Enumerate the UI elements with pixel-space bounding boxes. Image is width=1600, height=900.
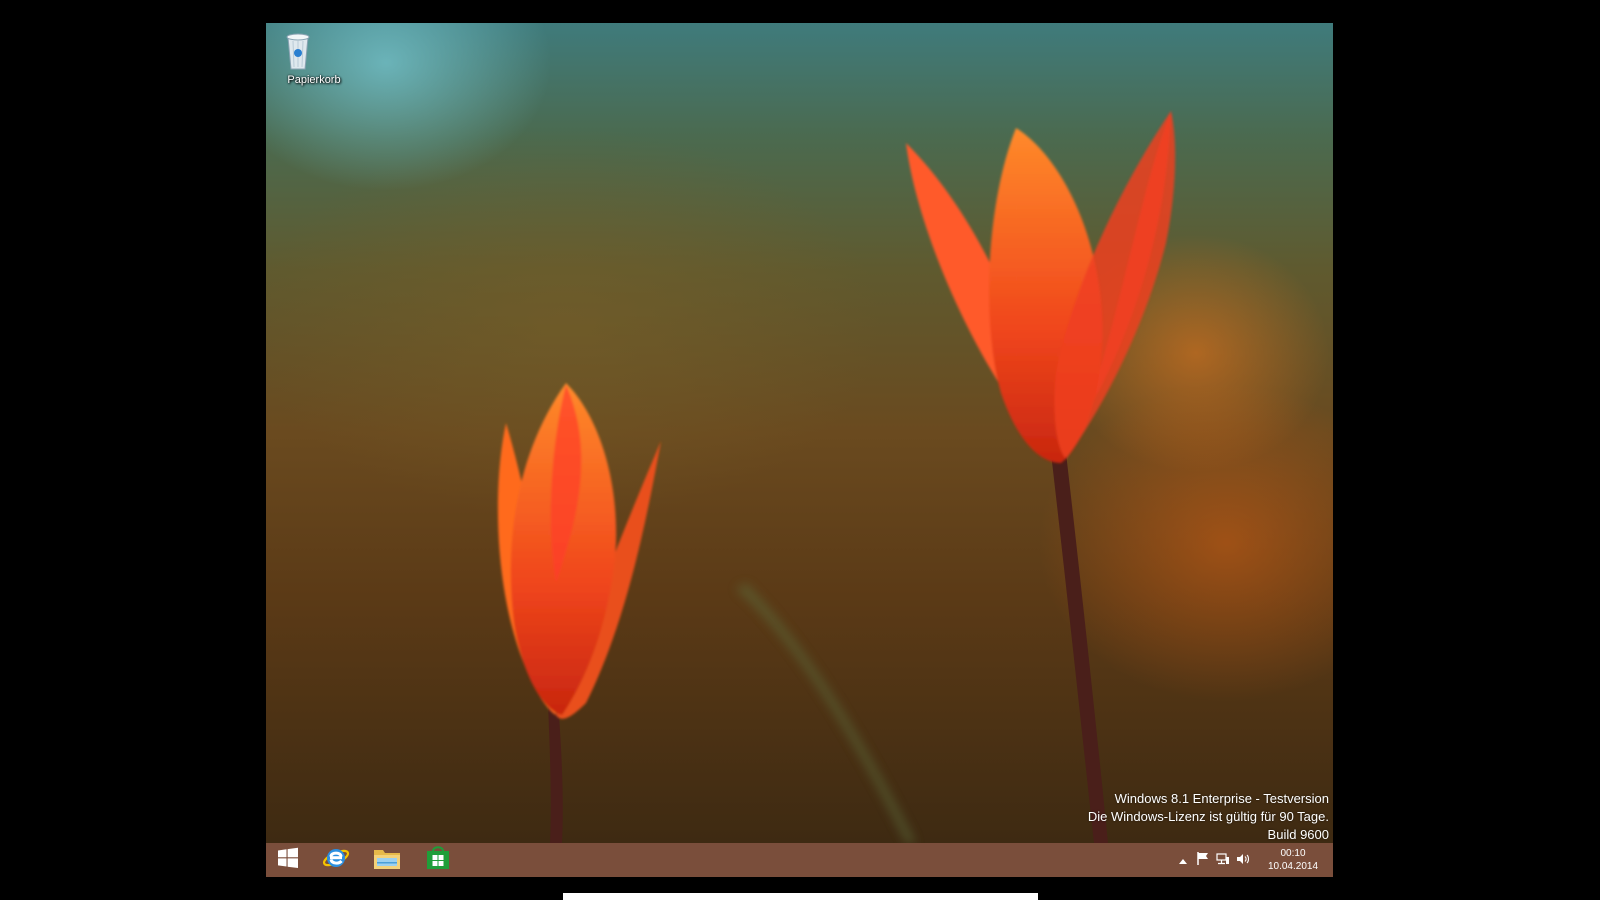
windows-eval-watermark: Windows 8.1 Enterprise - Testversion Die…	[1088, 790, 1329, 844]
file-explorer-icon	[373, 845, 401, 875]
start-icon	[277, 847, 299, 873]
watermark-license: Die Windows-Lizenz ist gültig für 90 Tag…	[1087, 809, 1329, 824]
volume-icon	[1236, 853, 1250, 868]
recycle-bin-icon	[286, 29, 334, 73]
desktop-wallpaper[interactable]: Papierkorb Windows 8.1 Enterprise - Test…	[266, 23, 1333, 843]
internet-explorer-icon	[322, 844, 350, 876]
show-hidden-icons-button[interactable]	[1173, 843, 1193, 877]
recycle-bin-label: Papierkorb	[287, 74, 341, 86]
volume-button[interactable]	[1233, 843, 1253, 877]
desktop-screen: Papierkorb Windows 8.1 Enterprise - Test…	[266, 23, 1333, 877]
clock-time: 00:10	[1280, 848, 1306, 859]
watermark-build: Build 9600	[1267, 827, 1329, 842]
watermark-edition: Windows 8.1 Enterprise - Testversion	[1114, 791, 1329, 806]
start-button[interactable]	[266, 843, 310, 877]
system-tray: 00:10 10.04.2014	[1173, 843, 1333, 877]
bottom-white-bar	[563, 893, 1038, 900]
taskbar-clock[interactable]: 00:10 10.04.2014	[1253, 843, 1333, 877]
flag-icon	[1197, 852, 1209, 868]
windows-store-taskbar-button[interactable]	[414, 843, 462, 877]
chevron-up-icon	[1179, 854, 1187, 867]
network-icon	[1216, 852, 1230, 868]
windows-store-icon	[425, 845, 451, 875]
tulip-wallpaper-image	[497, 111, 1176, 843]
taskbar: 00:10 10.04.2014	[266, 843, 1333, 877]
file-explorer-taskbar-button[interactable]	[363, 843, 411, 877]
internet-explorer-taskbar-button[interactable]	[312, 843, 360, 877]
action-center-button[interactable]	[1193, 843, 1213, 877]
desktop-icon-recycle-bin[interactable]: Papierkorb	[278, 29, 350, 86]
clock-date: 10.04.2014	[1267, 861, 1319, 872]
network-button[interactable]	[1213, 843, 1233, 877]
